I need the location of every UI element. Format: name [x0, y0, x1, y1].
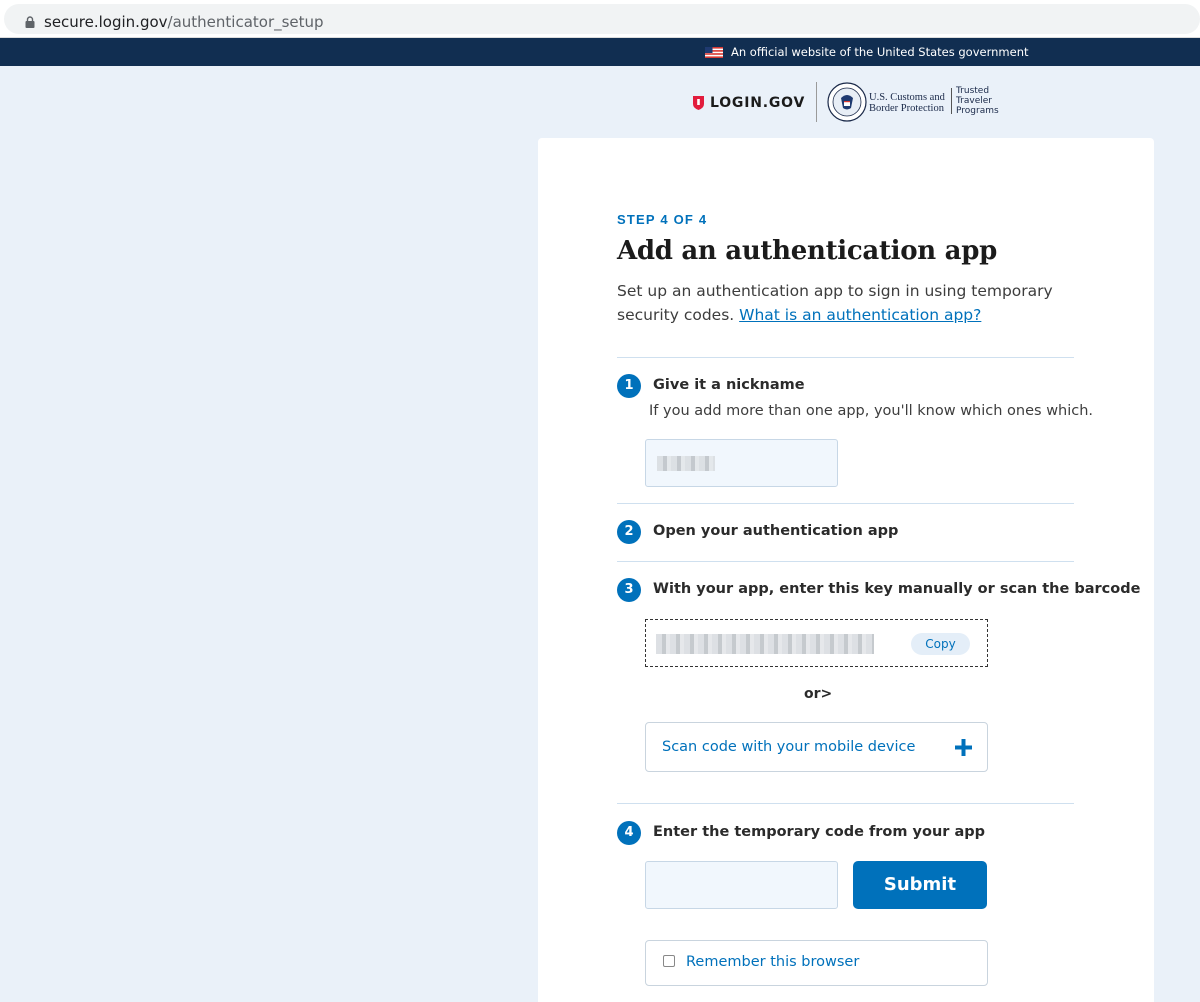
step-eyebrow: STEP 4 OF 4	[617, 212, 708, 227]
remember-browser-checkbox[interactable]	[663, 955, 675, 967]
or-separator: or>	[804, 686, 833, 702]
logo-divider	[816, 82, 817, 122]
dhs-seal-icon	[827, 82, 867, 122]
us-flag-icon	[705, 47, 723, 58]
gov-banner-text: An official website of the United States…	[731, 45, 1029, 59]
ttp-wordmark: Trusted Traveler Programs	[956, 86, 999, 116]
plus-icon	[955, 739, 972, 756]
copy-button[interactable]: Copy	[911, 633, 970, 655]
login-gov-wordmark: LOGIN.GOV	[710, 95, 806, 111]
lock-icon	[25, 16, 35, 28]
intro-text: Set up an authentication app to sign in …	[617, 280, 1067, 327]
cbp-line-1: U.S. Customs and	[869, 92, 945, 103]
step-3-badge: 3	[617, 578, 641, 602]
url-path: /authenticator_setup	[167, 13, 324, 31]
section-divider	[617, 803, 1074, 804]
login-gov-logo[interactable]: LOGIN.GOV	[693, 94, 805, 112]
section-divider	[617, 503, 1074, 504]
step-1-badge: 1	[617, 374, 641, 398]
gov-banner: An official website of the United States…	[0, 38, 1200, 66]
scan-code-accordion[interactable]: Scan code with your mobile device	[645, 722, 988, 772]
redacted-nickname	[657, 456, 715, 471]
step-4-label: Enter the temporary code from your app	[653, 824, 986, 840]
url-field[interactable]: secure.login.gov/authenticator_setup	[4, 4, 1200, 34]
redacted-secret-key	[656, 634, 874, 654]
shield-icon	[693, 96, 704, 110]
section-divider	[617, 357, 1074, 358]
step-2-badge: 2	[617, 520, 641, 544]
ttp-line-1: Trusted	[956, 86, 990, 96]
url-text: secure.login.gov/authenticator_setup	[44, 13, 324, 31]
page-title: Add an authentication app	[617, 236, 997, 266]
url-host: secure.login.gov	[44, 13, 168, 31]
temporary-code-input[interactable]	[645, 861, 838, 909]
nickname-input[interactable]	[645, 439, 838, 487]
remember-browser-option[interactable]: Remember this browser	[645, 940, 988, 986]
setup-card	[538, 138, 1154, 1002]
step-1-label: Give it a nickname	[653, 377, 805, 393]
ttp-line-2: Traveler	[956, 96, 992, 106]
scan-code-label: Scan code with your mobile device	[662, 739, 916, 755]
cbp-wordmark: U.S. Customs and Border Protection	[869, 92, 945, 114]
ttp-line-3: Programs	[956, 106, 999, 116]
help-link[interactable]: What is an authentication app?	[739, 306, 981, 324]
step-3-label: With your app, enter this key manually o…	[653, 581, 1141, 597]
section-divider	[617, 561, 1074, 562]
cbp-divider	[951, 88, 952, 114]
step-1-help: If you add more than one app, you'll kno…	[649, 403, 1094, 419]
submit-button[interactable]: Submit	[853, 861, 987, 909]
remember-browser-label[interactable]: Remember this browser	[686, 954, 859, 970]
browser-address-bar: secure.login.gov/authenticator_setup	[0, 0, 1200, 38]
step-2-label: Open your authentication app	[653, 523, 899, 539]
cbp-line-2: Border Protection	[869, 103, 944, 114]
step-4-badge: 4	[617, 821, 641, 845]
